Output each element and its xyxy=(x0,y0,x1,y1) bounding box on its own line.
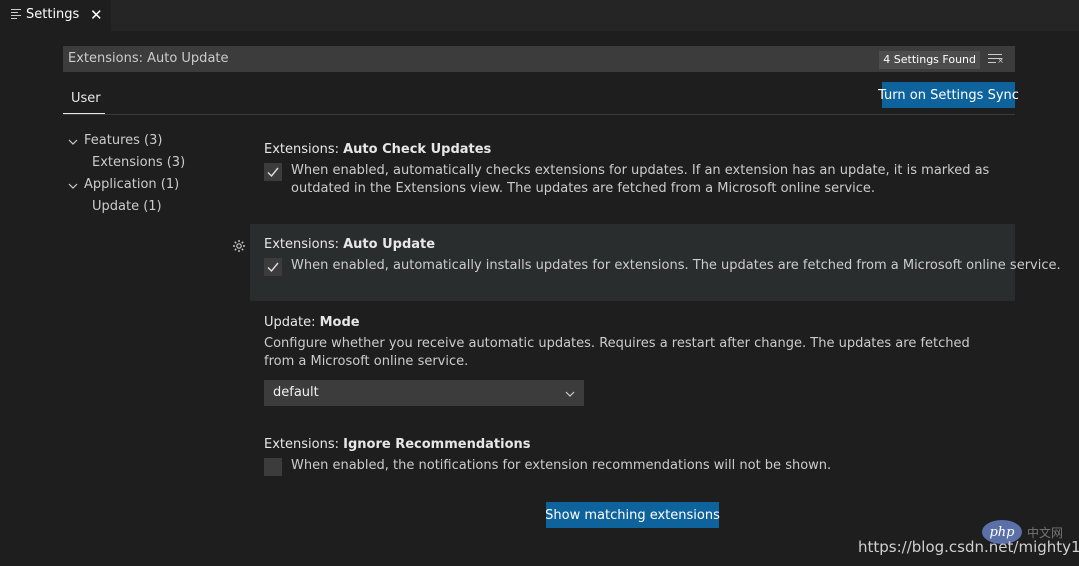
auto-update-checkbox[interactable] xyxy=(264,258,282,276)
setting-title: Extensions: Auto Check Updates xyxy=(264,142,492,157)
setting-title: Update: Mode xyxy=(264,315,360,330)
turn-on-settings-sync-button[interactable]: Turn on Settings Sync xyxy=(878,82,1019,108)
setting-auto-check-updates: Extensions: Auto Check Updates When enab… xyxy=(250,134,1015,208)
clear-filter-icon[interactable]: × xyxy=(988,54,1004,65)
tab-label: Settings xyxy=(26,7,80,22)
ignore-recommendations-checkbox[interactable] xyxy=(264,458,282,476)
settings-list-icon xyxy=(11,9,21,19)
gear-icon[interactable] xyxy=(232,239,246,253)
editor-tab-bar: Settings ✕ xyxy=(0,0,1079,31)
check-icon xyxy=(267,167,279,178)
settings-search-input[interactable]: Extensions: Auto Update 4 Settings Found… xyxy=(63,46,1015,72)
toc-item-update[interactable]: Update (1) xyxy=(92,197,162,217)
setting-title: Extensions: Auto Update xyxy=(264,237,436,252)
search-query: Extensions: Auto Update xyxy=(68,51,229,66)
settings-count-badge: 4 Settings Found xyxy=(879,51,980,69)
toc-item-extensions[interactable]: Extensions (3) xyxy=(92,153,185,173)
settings-tab[interactable]: Settings ✕ xyxy=(0,0,111,31)
update-mode-select[interactable]: default xyxy=(264,380,584,406)
setting-description: When enabled, the notifications for exte… xyxy=(291,458,832,473)
toc-item-application[interactable]: Application (1) xyxy=(84,175,179,195)
setting-title: Extensions: Ignore Recommendations xyxy=(264,437,531,452)
toc-item-features[interactable]: Features (3) xyxy=(84,131,162,151)
setting-ignore-recommendations: Extensions: Ignore Recommendations When … xyxy=(250,430,1015,482)
tab-user[interactable]: User xyxy=(63,86,105,114)
chevron-down-icon[interactable] xyxy=(68,181,78,191)
check-icon xyxy=(267,262,279,273)
scope-divider xyxy=(63,114,1015,115)
setting-description: Configure whether you receive automatic … xyxy=(264,336,970,369)
setting-description: When enabled, automatically checks exten… xyxy=(291,163,990,196)
watermark-url: https://blog.csdn.net/mighty13 xyxy=(858,538,1079,556)
setting-description: When enabled, automatically installs upd… xyxy=(291,258,1061,273)
chevron-down-icon[interactable] xyxy=(68,137,78,147)
close-icon[interactable]: ✕ xyxy=(90,6,103,24)
select-value: default xyxy=(273,385,319,400)
chevron-down-icon xyxy=(565,391,575,397)
auto-check-updates-checkbox[interactable] xyxy=(264,163,282,181)
setting-auto-update: Extensions: Auto Update When enabled, au… xyxy=(250,224,1061,301)
show-matching-extensions-button[interactable]: Show matching extensions xyxy=(545,502,720,528)
